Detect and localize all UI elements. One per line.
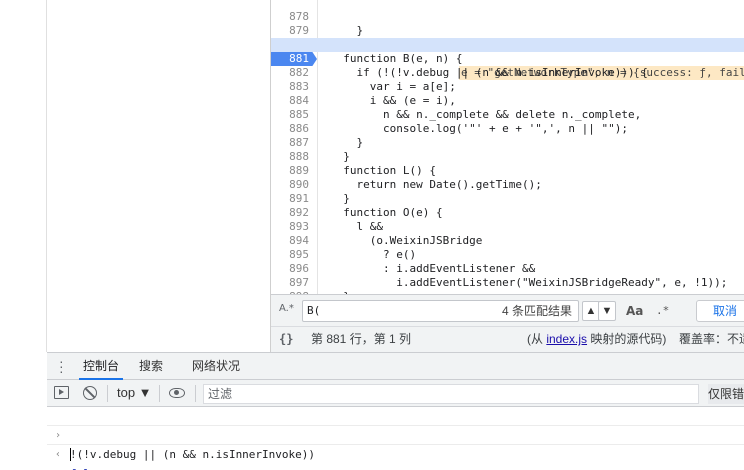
log-levels-dropdown[interactable]: 仅限错	[708, 384, 744, 404]
code-line: 879 }	[271, 10, 744, 51]
find-input[interactable]: B( 4 条匹配结果	[302, 300, 579, 322]
console-toolbar: top ▼ 过滤 仅限错	[47, 380, 744, 407]
code-line: 896 i.addEventListener("WeixinJSBridgeRe…	[271, 248, 744, 289]
code-line: 893 (o.WeixinJSBridge	[271, 206, 744, 247]
toolbar-divider	[107, 385, 108, 402]
left-panel-blank	[0, 0, 47, 352]
code-line: 898	[271, 276, 744, 294]
find-bar: A.* B( 4 条匹配结果 ▲ ▼ Aa .* 取消	[271, 294, 744, 326]
code-line: 883 i && (e = i),	[271, 66, 744, 107]
source-link[interactable]: index.js	[546, 332, 587, 346]
code-line: 891 function O(e) {	[271, 178, 744, 219]
console-prompt[interactable]: ›	[47, 445, 744, 470]
filter-input[interactable]: 过滤	[203, 384, 699, 404]
pretty-print-button[interactable]: {}	[279, 327, 293, 352]
tab-network-conditions[interactable]: 网络状况	[188, 353, 244, 380]
find-query: B(	[307, 304, 321, 317]
code-line: 894 ? e()	[271, 220, 744, 261]
toolbar-divider	[159, 385, 160, 402]
console-input-line: › !(!v.debug || (n && n.isInnerInvoke))	[47, 407, 744, 461]
chevron-down-icon[interactable]: ▼	[598, 301, 616, 321]
code-line: 889 return new Date().getTime();	[271, 150, 744, 191]
cancel-button[interactable]: 取消	[696, 300, 744, 322]
code-line-880: 880 function B(e, n) { e = "getNetworkTy…	[271, 24, 744, 80]
sidebar-toggle-icon[interactable]	[54, 386, 69, 399]
code-line: 892 l &&	[271, 192, 744, 233]
coverage-label: 覆盖率：不适	[679, 332, 744, 346]
prompt-chevron-icon: ›	[54, 464, 61, 470]
console-output[interactable]: › !(!v.debug || (n && n.isInnerInvoke)) …	[47, 407, 744, 470]
code-line: 890 }	[271, 164, 744, 205]
clear-console-icon[interactable]	[83, 386, 97, 400]
match-case-button[interactable]: Aa	[626, 304, 643, 318]
tab-search[interactable]: 搜索	[135, 353, 167, 380]
regex-button[interactable]: .*	[656, 304, 669, 317]
code-line: 885 console.log('"' + e + '",', n || "")…	[271, 94, 744, 135]
text-caret	[70, 448, 71, 461]
code-line: 886 }	[271, 108, 744, 149]
paused-execution-line: 881 if (!(!v.debug || (n && n.isInnerInv…	[271, 38, 744, 79]
context-selector[interactable]: top ▼	[117, 385, 152, 400]
file-navigator-pane	[47, 0, 271, 352]
tab-console[interactable]: 控制台	[79, 353, 124, 380]
source-map-info: (从 index.js 映射的源代码)	[527, 327, 666, 352]
code-line: 884 n && n._complete && delete n._comple…	[271, 80, 744, 121]
code-line: 897 }	[271, 262, 744, 294]
drawer-tab-bar: · · · 控制台 搜索 网络状况	[47, 352, 744, 380]
more-vertical-icon[interactable]: · · ·	[59, 354, 64, 378]
source-prefix: (从	[527, 332, 547, 346]
code-line: 878 }	[271, 0, 744, 37]
code-line: 882 var i = a[e];	[271, 52, 744, 93]
editor-status-bar: {} 第 881 行，第 1 列 (从 index.js 映射的源代码) 覆盖率…	[271, 326, 744, 352]
source-editor[interactable]: 878 } 879 } 880 function B(e, n) { e = "…	[271, 0, 744, 294]
cursor-position: 第 881 行，第 1 列	[311, 332, 412, 346]
code-line: 888 function L() {	[271, 136, 744, 177]
toolbar-divider	[195, 385, 196, 402]
live-expression-eye-icon[interactable]	[169, 388, 185, 398]
source-suffix: 映射的源代码)	[587, 332, 667, 346]
console-result-line: ‹ false	[47, 426, 744, 470]
code-line: 895 : i.addEventListener &&	[271, 234, 744, 275]
match-count: 4 条匹配结果	[501, 304, 572, 318]
replace-toggle-icon[interactable]: A.*	[279, 303, 294, 314]
console-result: false	[70, 464, 103, 470]
code-line: 887 }	[271, 122, 744, 163]
